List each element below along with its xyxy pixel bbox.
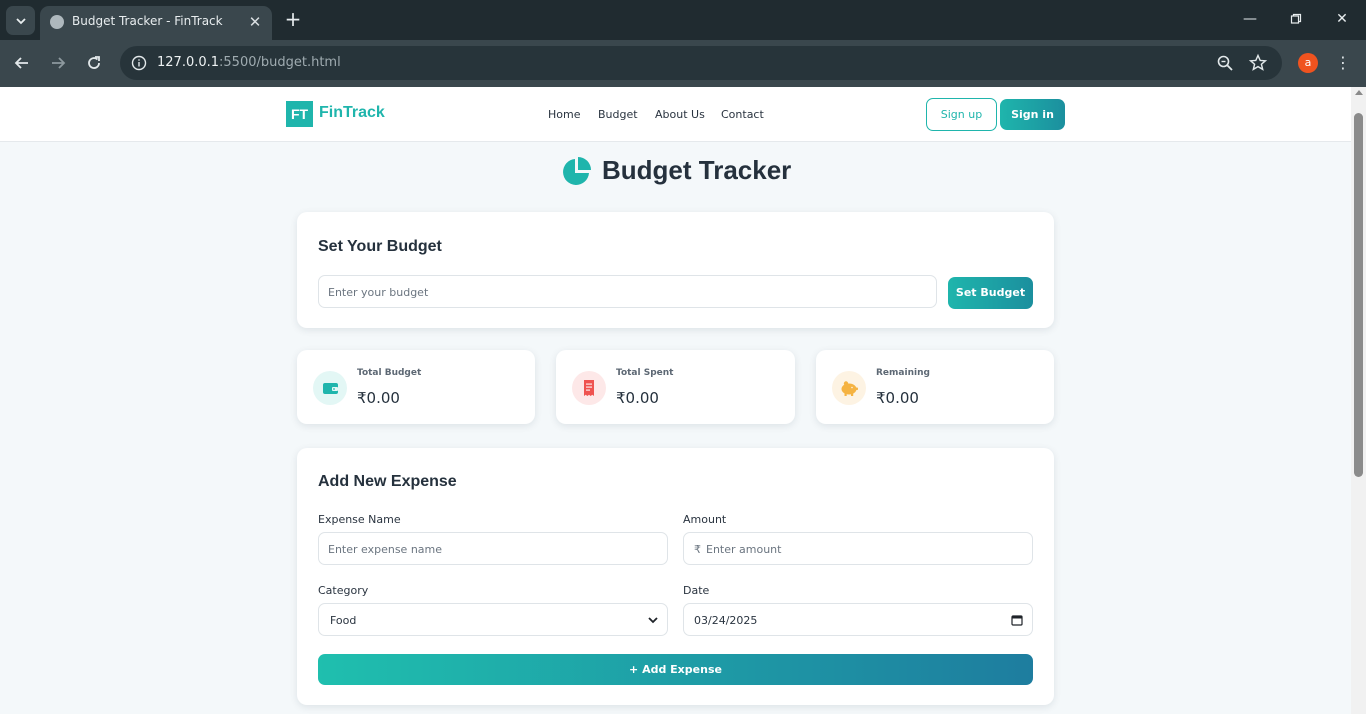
close-window-button[interactable]: ✕ (1331, 8, 1353, 30)
stat-value: ₹0.00 (876, 389, 919, 407)
nav-home[interactable]: Home (548, 108, 580, 121)
currency-symbol: ₹ (694, 543, 701, 556)
pie-chart-icon (561, 155, 593, 187)
profile-avatar[interactable]: a (1298, 53, 1318, 73)
calendar-icon[interactable] (1011, 614, 1023, 626)
nav-contact[interactable]: Contact (721, 108, 764, 121)
site-header: FT FinTrack Home Budget About Us Contact… (0, 87, 1351, 142)
amount-label: Amount (683, 513, 727, 526)
close-tab-icon[interactable]: ✕ (246, 13, 264, 31)
browser-menu-icon[interactable]: ⋮ (1335, 52, 1351, 74)
nav-about-us[interactable]: About Us (655, 108, 705, 121)
scrollbar-thumb[interactable] (1354, 113, 1363, 477)
set-budget-heading: Set Your Budget (318, 238, 442, 255)
date-label: Date (683, 584, 710, 597)
reload-button[interactable] (81, 50, 107, 76)
date-value: 03/24/2025 (694, 614, 758, 627)
category-selected-value: Food (330, 614, 357, 627)
amount-input[interactable]: ₹ Enter amount (683, 532, 1033, 565)
stat-label: Total Budget (357, 368, 422, 378)
stat-value: ₹0.00 (357, 389, 400, 407)
browser-toolbar: 127.0.0.1:5500/budget.html a ⋮ (0, 40, 1366, 87)
site-info-icon[interactable] (128, 52, 150, 74)
stat-card-remaining: Remaining ₹0.00 (816, 350, 1054, 424)
budget-input-placeholder: Enter your budget (328, 286, 429, 299)
category-label: Category (318, 584, 369, 597)
new-tab-button[interactable]: + (282, 8, 304, 30)
page-scrollbar[interactable] (1351, 87, 1366, 714)
stat-card-total-spent: Total Spent ₹0.00 (556, 350, 795, 424)
arrow-left-icon (14, 57, 28, 69)
minimize-button[interactable]: — (1239, 8, 1261, 30)
url-host: 127.0.0.1 (157, 55, 220, 70)
back-button[interactable] (9, 50, 35, 76)
page-viewport: FT FinTrack Home Budget About Us Contact… (0, 87, 1351, 714)
browser-tab-strip: Budget Tracker - FinTrack ✕ + — ✕ (0, 0, 1366, 40)
logo-text[interactable]: FinTrack (319, 104, 385, 122)
address-bar[interactable]: 127.0.0.1:5500/budget.html (120, 46, 1282, 80)
date-input[interactable]: 03/24/2025 (683, 603, 1033, 636)
stat-label: Total Spent (616, 368, 674, 378)
wallet-icon (313, 371, 347, 405)
reload-icon (88, 56, 100, 69)
expense-name-input[interactable]: Enter expense name (318, 532, 668, 565)
page-title: Budget Tracker (602, 155, 792, 185)
sign-up-button[interactable]: Sign up (926, 98, 997, 131)
stat-value: ₹0.00 (616, 389, 659, 407)
tab-title: Budget Tracker - FinTrack (72, 14, 223, 28)
set-budget-button[interactable]: Set Budget (948, 277, 1033, 309)
scroll-up-arrow-icon[interactable] (1355, 90, 1363, 95)
logo-mark[interactable]: FT (286, 101, 313, 127)
tab-search-button[interactable] (6, 6, 35, 35)
receipt-icon (572, 371, 606, 405)
restore-button[interactable] (1285, 8, 1307, 30)
sign-in-button[interactable]: Sign in (1000, 99, 1065, 130)
add-expense-heading: Add New Expense (318, 473, 457, 490)
forward-button[interactable] (45, 50, 71, 76)
stat-label: Remaining (876, 368, 930, 378)
zoom-icon[interactable] (1215, 53, 1235, 73)
globe-icon (50, 15, 64, 29)
arrow-right-icon (52, 57, 66, 69)
expense-name-placeholder: Enter expense name (328, 543, 443, 556)
category-select[interactable]: Food (318, 603, 668, 636)
nav-budget[interactable]: Budget (598, 108, 638, 121)
set-budget-card: Set Your Budget Enter your budget Set Bu… (297, 212, 1054, 328)
url-path: :5500/budget.html (219, 55, 341, 70)
budget-input[interactable]: Enter your budget (318, 275, 937, 308)
page-title-row: Budget Tracker (0, 154, 1351, 190)
browser-tab[interactable]: Budget Tracker - FinTrack ✕ (40, 6, 272, 40)
restore-icon (1290, 13, 1302, 24)
chevron-down-icon (15, 17, 26, 24)
add-expense-button[interactable]: + Add Expense (318, 654, 1033, 685)
stat-card-total-budget: Total Budget ₹0.00 (297, 350, 535, 424)
piggy-bank-icon (832, 371, 866, 405)
add-expense-card: Add New Expense Expense Name Enter expen… (297, 448, 1054, 705)
chevron-down-icon (648, 617, 658, 624)
bookmark-star-icon[interactable] (1248, 53, 1268, 73)
amount-placeholder: Enter amount (706, 543, 782, 556)
expense-name-label: Expense Name (318, 513, 401, 526)
url-text: 127.0.0.1:5500/budget.html (157, 55, 341, 70)
